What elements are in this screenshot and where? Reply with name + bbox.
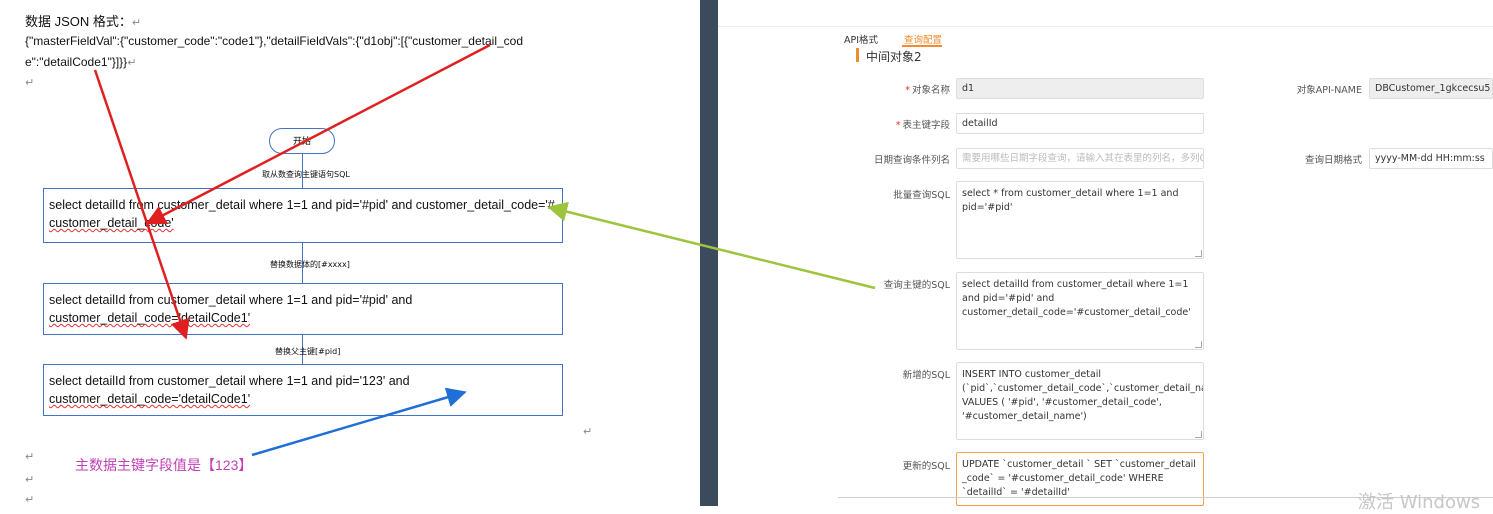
blue-arrow-pid: [251, 387, 467, 457]
annotation-arrows: [93, 43, 876, 457]
red-arrow-detailcode: [93, 69, 190, 340]
green-arrow-sql: [547, 201, 876, 290]
red-arrow-template: [145, 43, 491, 225]
